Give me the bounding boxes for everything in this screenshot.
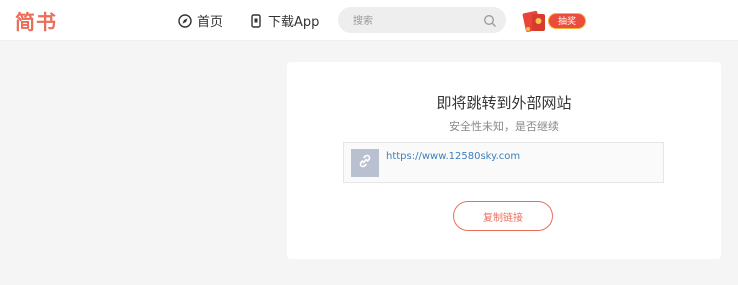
link-icon bbox=[357, 153, 373, 173]
search-box bbox=[338, 7, 506, 33]
copy-link-button[interactable]: 复制链接 bbox=[453, 201, 553, 231]
nav-home[interactable]: 首页 bbox=[178, 11, 223, 30]
phone-icon bbox=[249, 13, 263, 28]
nav-download-app-label: 下载App bbox=[268, 15, 320, 30]
external-link-card: 即将跳转到外部网站 安全性未知，是否继续 https://www.12580sk… bbox=[287, 62, 721, 259]
compass-icon bbox=[178, 13, 192, 28]
lottery-promo[interactable]: 抽奖 bbox=[522, 8, 590, 34]
nav-download-app[interactable]: 下载App bbox=[249, 11, 319, 30]
link-preview[interactable]: https://www.12580sky.com bbox=[343, 142, 664, 183]
search-input[interactable] bbox=[351, 12, 475, 30]
top-navbar: 简书 首页 下载App 搜索 抽奖 bbox=[0, 0, 738, 41]
card-subtitle: 安全性未知，是否继续 bbox=[449, 120, 559, 133]
card-title: 即将跳转到外部网站 bbox=[436, 94, 572, 112]
search-icon[interactable] bbox=[483, 13, 497, 27]
link-thumbnail bbox=[351, 149, 379, 177]
link-url[interactable]: https://www.12580sky.com bbox=[386, 151, 520, 162]
lottery-label: 抽奖 bbox=[548, 13, 586, 29]
jianshu-logo[interactable]: 简书 bbox=[15, 6, 57, 35]
nav-home-label: 首页 bbox=[197, 15, 224, 30]
